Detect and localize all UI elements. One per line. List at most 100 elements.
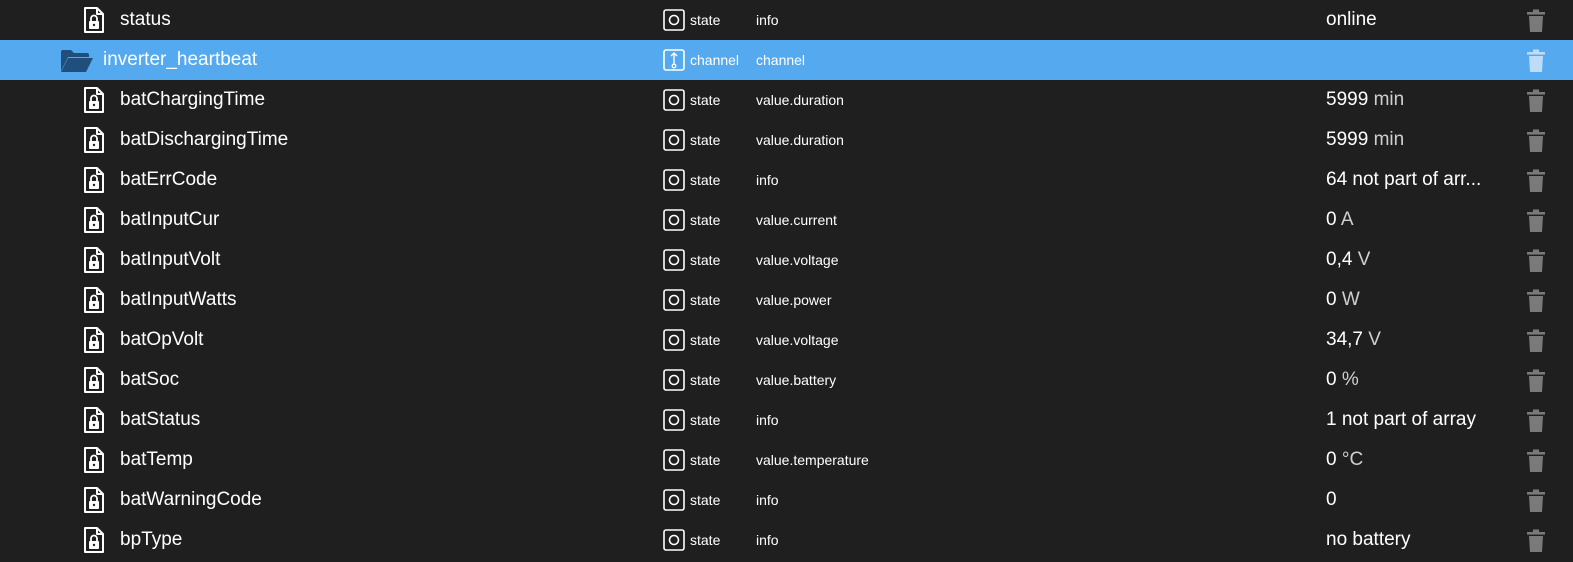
object-value[interactable]: no battery [1326,520,1411,560]
value-text: 0 [1326,489,1337,510]
tree-row[interactable]: batOpVolt state value.voltage 34,7 V [0,320,1573,360]
delete-icon[interactable] [1526,489,1546,513]
state-icon [663,409,685,431]
state-icon [663,129,685,151]
object-name: batWarningCode [120,489,262,510]
locked-file-icon [83,287,107,313]
delete-icon[interactable] [1526,369,1546,393]
state-icon [663,9,685,31]
delete-icon[interactable] [1526,89,1546,113]
object-role: info [756,12,779,28]
delete-icon[interactable] [1526,289,1546,313]
object-value[interactable]: 0 [1326,480,1337,520]
object-type: channel [690,52,740,68]
delete-icon[interactable] [1526,529,1546,553]
object-role: channel [756,52,806,68]
delete-icon[interactable] [1526,249,1546,273]
tree-row[interactable]: status state info online [0,0,1573,40]
folder-open-icon [60,49,94,75]
object-type: state [690,332,721,348]
object-role: value.battery [756,372,837,388]
tree-row[interactable]: batDischargingTime state value.duration 599… [0,120,1573,160]
tree-row[interactable]: batErrCode state info 64 not part of arr... [0,160,1573,200]
tree-row[interactable]: batInputVolt state value.voltage 0,4 V [0,240,1573,280]
tree-row[interactable]: batTemp state value.temperature 0 °C [0,440,1573,480]
object-type: state [690,212,721,228]
value-unit: min [1373,89,1405,110]
tree-row[interactable]: batSoc state value.battery 0 % [0,360,1573,400]
delete-icon[interactable] [1526,329,1546,353]
object-name: inverter_heartbeat [103,49,258,70]
object-value[interactable]: 5999 min [1326,80,1404,120]
object-role: info [756,492,779,508]
object-value[interactable]: online [1326,0,1377,40]
object-value[interactable]: 0,4 V [1326,240,1370,280]
object-name: batOpVolt [120,329,204,350]
tree-row[interactable]: batStatus state info 1 not part of array [0,400,1573,440]
value-text: 64 not part of arr... [1326,169,1482,190]
object-type: state [690,292,721,308]
object-value[interactable]: 1 not part of array [1326,400,1476,440]
locked-file-icon [83,207,107,233]
value-unit: V [1368,329,1381,350]
state-icon [663,249,685,271]
value-unit: V [1357,249,1371,270]
delete-icon[interactable] [1526,49,1546,73]
tree-row-channel[interactable]: inverter_heartbeat channel channel [0,40,1573,80]
tree-row[interactable]: batInputCur state value.current 0 A [0,200,1573,240]
channel-icon [663,49,685,71]
object-name: batErrCode [120,169,218,190]
tree-row[interactable]: batInputWatts state value.power 0 W [0,280,1573,320]
delete-icon[interactable] [1526,129,1546,153]
delete-icon[interactable] [1526,449,1546,473]
object-type: state [690,252,721,268]
object-role: value.voltage [756,332,839,348]
state-icon [663,89,685,111]
locked-file-icon [83,7,107,33]
object-value[interactable]: 0 °C [1326,440,1363,480]
tree-row[interactable]: batChargingTime state value.duration 5999 m… [0,80,1573,120]
value-unit: % [1341,369,1359,390]
delete-icon[interactable] [1526,169,1546,193]
value-text: online [1326,9,1377,30]
object-value[interactable]: 5999 min [1326,120,1404,160]
object-value[interactable]: 34,7 V [1326,320,1381,360]
value-text: no battery [1326,529,1411,550]
object-value[interactable]: 0 A [1326,200,1354,240]
state-icon [663,329,685,351]
object-role: value.duration [756,92,844,108]
tree-row[interactable]: batWarningCode state info 0 [0,480,1573,520]
object-name: batDischargingTime [120,129,289,150]
value-unit: °C [1341,449,1364,470]
value-unit: W [1341,289,1360,310]
locked-file-icon [83,527,107,553]
object-value[interactable]: 0 W [1326,280,1360,320]
object-value[interactable]: 64 not part of arr... [1326,160,1481,200]
object-name: batInputCur [120,209,220,230]
value-text: 0 [1326,289,1337,310]
delete-icon[interactable] [1526,209,1546,233]
value-unit: min [1373,129,1405,150]
object-name: batStatus [120,409,201,430]
value-text: 34,7 [1326,329,1363,350]
object-name: batTemp [120,449,193,470]
state-icon [663,489,685,511]
delete-icon[interactable] [1526,9,1546,33]
value-text: 5999 [1326,89,1369,110]
object-role: info [756,172,779,188]
object-role: info [756,412,779,428]
object-value[interactable]: 0 % [1326,360,1359,400]
object-role: info [756,532,779,548]
locked-file-icon [83,87,107,113]
object-role: value.duration [756,132,844,148]
object-name: bpType [120,529,183,550]
object-type: state [690,372,721,388]
locked-file-icon [83,247,107,273]
object-type: state [690,532,721,548]
object-role: value.power [756,292,832,308]
object-tree: status state info online inverter_heartbeat c… [0,0,1573,562]
delete-icon[interactable] [1526,409,1546,433]
tree-row[interactable]: bpType state info no battery [0,520,1573,560]
locked-file-icon [83,127,107,153]
object-type: state [690,132,721,148]
